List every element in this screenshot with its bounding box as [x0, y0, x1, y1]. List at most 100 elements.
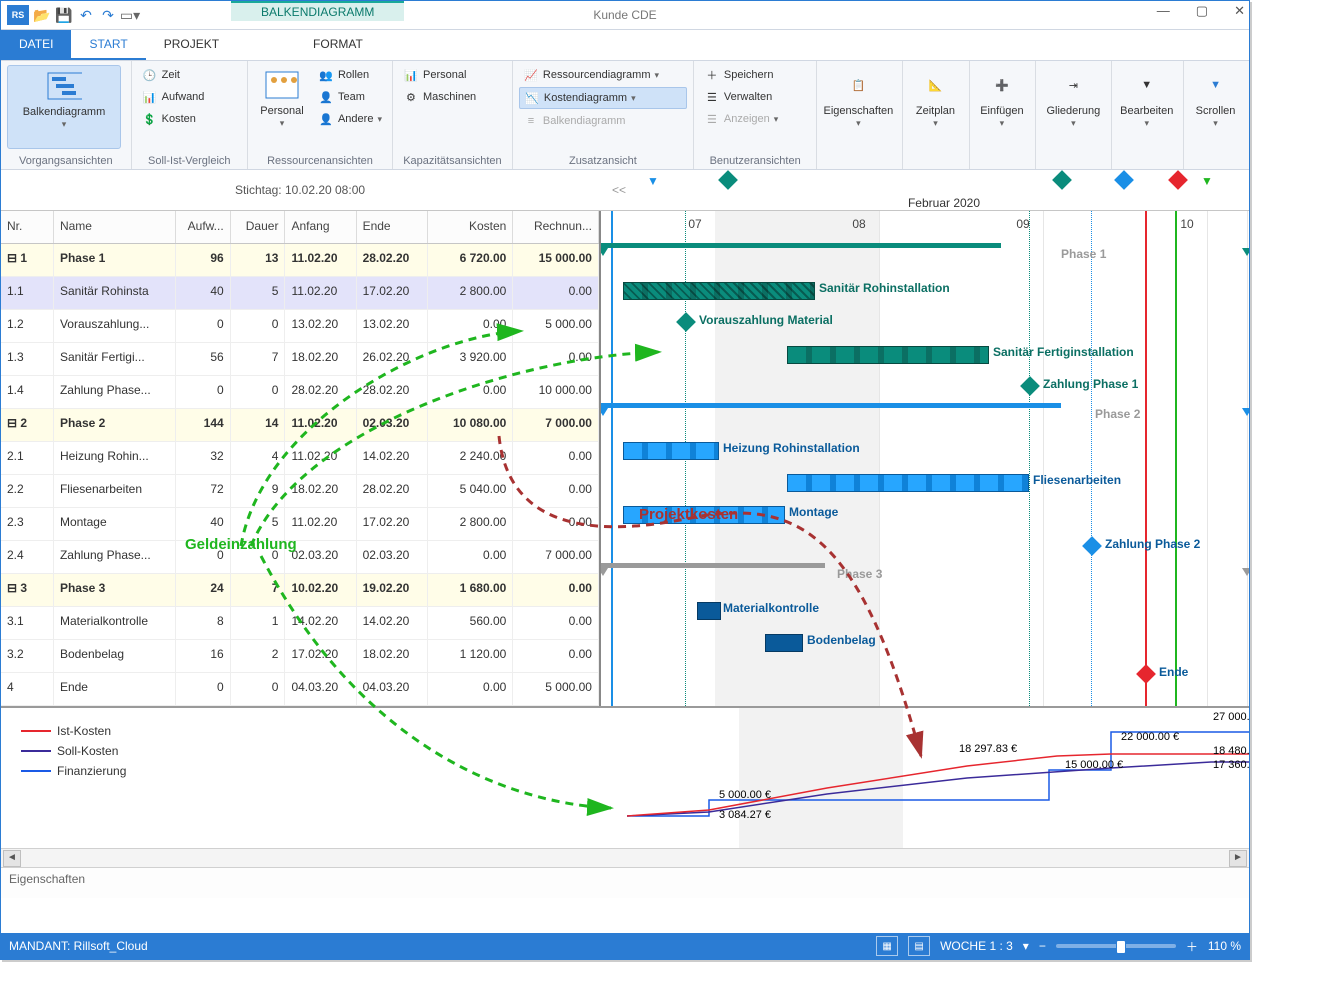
table-row[interactable]: 2.3Montage40511.02.2017.02.202 800.000.0…	[1, 508, 599, 541]
maximize-icon[interactable]: ▢	[1196, 3, 1208, 19]
scroll-right-icon[interactable]: ►	[1229, 850, 1247, 867]
summary-bar-phase1[interactable]	[601, 243, 1001, 248]
kap-personal-button[interactable]: 📊Personal	[399, 65, 480, 85]
marker-diamond-icon	[1114, 170, 1134, 190]
gantt-canvas[interactable]: 07 08 09 10 Phase 1 Sanitär Rohinstallat…	[601, 211, 1249, 706]
aufwand-button[interactable]: 📊Aufwand	[138, 87, 209, 107]
table-row[interactable]: 4Ende0004.03.2004.03.200.005 000.00	[1, 673, 599, 706]
bearbeiten-button[interactable]: ▼Bearbeiten	[1118, 65, 1176, 147]
gliederung-button[interactable]: ⇥Gliederung	[1042, 65, 1104, 147]
horizontal-scrollbar[interactable]: ◄ ►	[1, 848, 1249, 867]
milestone-icon[interactable]	[1136, 664, 1156, 684]
andere-button[interactable]: 👤Andere	[314, 109, 386, 129]
timeline-prev-button[interactable]: <<	[599, 183, 639, 197]
kosten-button[interactable]: 💲Kosten	[138, 109, 209, 129]
scroll-left-icon[interactable]: ◄	[3, 850, 21, 867]
bars-icon: 📊	[403, 67, 419, 83]
status-bar: MANDANT: Rillsoft_Cloud ▦ ▤ WOCHE 1 : 3▾…	[1, 933, 1249, 959]
other-icon: 👤	[318, 111, 334, 127]
personal-big-button[interactable]: Personal	[254, 65, 310, 147]
table-row[interactable]: ⊟ 2Phase 21441411.02.2002.03.2010 080.00…	[1, 409, 599, 442]
task-bar[interactable]	[623, 282, 815, 300]
tab-datei[interactable]: DATEI	[1, 30, 71, 60]
balkendiagramm-button[interactable]: Balkendiagramm	[7, 65, 121, 149]
table-row[interactable]: 1.3Sanitär Fertigi...56718.02.2026.02.20…	[1, 343, 599, 376]
verwalten-button[interactable]: ☰Verwalten	[700, 87, 782, 107]
schedule-icon: 📐	[917, 69, 953, 101]
zeit-button[interactable]: 🕒Zeit	[138, 65, 209, 85]
gantt-icon	[46, 70, 82, 102]
milestone-icon[interactable]	[676, 312, 696, 332]
cost-chart[interactable]: 30 000.00 €25 000.00 €20 000.00 € 15 000…	[197, 708, 1249, 848]
balkendiagramm-sub-button[interactable]: ≡Balkendiagramm	[519, 111, 687, 131]
ressourcendiagramm-button[interactable]: 📈Ressourcendiagramm	[519, 65, 687, 85]
summary-bar-phase2[interactable]	[601, 403, 1061, 408]
table-row[interactable]: 1.4Zahlung Phase...0028.02.2028.02.200.0…	[1, 376, 599, 409]
table-row[interactable]: 3.1Materialkontrolle8114.02.2014.02.2056…	[1, 607, 599, 640]
kap-maschinen-button[interactable]: ⚙Maschinen	[399, 87, 480, 107]
task-bar[interactable]	[787, 346, 989, 364]
milestone-icon[interactable]	[1082, 536, 1102, 556]
milestone-icon[interactable]	[1020, 376, 1040, 396]
svg-text:22 000.00 €: 22 000.00 €	[1121, 731, 1179, 743]
tab-projekt[interactable]: PROJEKT	[146, 30, 237, 60]
personal-icon	[264, 69, 300, 101]
week-label[interactable]: WOCHE 1 : 3	[940, 939, 1013, 953]
mandant-label: MANDANT: Rillsoft_Cloud	[9, 939, 148, 953]
marker-diamond-icon	[1052, 170, 1072, 190]
table-row[interactable]: 2.2Fliesenarbeiten72918.02.2028.02.205 0…	[1, 475, 599, 508]
app-window: RS 📂 💾 ↶ ↷ ▭▾ BALKENDIAGRAMM Kunde CDE —…	[0, 0, 1250, 960]
chart-icon: 📈	[523, 67, 539, 83]
tab-format[interactable]: FORMAT	[295, 30, 381, 60]
speichern-button[interactable]: ＋Speichern	[700, 65, 782, 85]
table-row[interactable]: 1.1Sanitär Rohinsta40511.02.2017.02.202 …	[1, 277, 599, 310]
task-bar[interactable]	[765, 634, 803, 652]
properties-icon: 📋	[840, 69, 876, 101]
table-row[interactable]: 1.2Vorauszahlung...0013.02.2013.02.200.0…	[1, 310, 599, 343]
anzeigen-button[interactable]: ☰Anzeigen	[700, 109, 782, 129]
zoom-in-button[interactable]: ＋	[1186, 938, 1198, 955]
eigenschaften-button[interactable]: 📋Eigenschaften	[823, 65, 893, 147]
show-icon: ☰	[704, 111, 720, 127]
month-label: Februar 2020	[639, 196, 1249, 210]
cost-chart-pane: Ist-Kosten Soll-Kosten Finanzierung 30 0…	[1, 706, 1249, 848]
machine-icon: ⚙	[403, 89, 419, 105]
main-tabs: DATEI START PROJEKT FORMAT	[1, 30, 1249, 61]
scroll-icon: ▼	[1198, 69, 1234, 101]
svg-text:17 360.0: 17 360.0	[1213, 759, 1249, 771]
einfuegen-button[interactable]: ➕Einfügen	[976, 65, 1028, 147]
reference-date-row: Stichtag: 10.02.20 08:00 << ▼ ▼ Februar …	[1, 170, 1249, 210]
table-row[interactable]: 3.2Bodenbelag16217.02.2018.02.201 120.00…	[1, 640, 599, 673]
zoom-out-button[interactable]: −	[1039, 939, 1046, 953]
svg-text:5 000.00 €: 5 000.00 €	[719, 789, 771, 801]
tab-start[interactable]: START	[71, 30, 145, 60]
close-icon[interactable]: ✕	[1234, 3, 1245, 19]
zeitplan-button[interactable]: 📐Zeitplan	[909, 65, 961, 147]
insert-icon: ➕	[984, 69, 1020, 101]
svg-text:18 480.0: 18 480.0	[1213, 745, 1249, 757]
table-row[interactable]: 2.1Heizung Rohin...32411.02.2014.02.202 …	[1, 442, 599, 475]
status-view2-icon[interactable]: ▤	[908, 936, 930, 956]
effort-icon: 📊	[142, 89, 158, 105]
filter-icon: ▼	[1129, 69, 1165, 101]
minimize-icon[interactable]: —	[1157, 3, 1170, 19]
properties-panel-header[interactable]: Eigenschaften	[1, 867, 1249, 898]
team-icon: 👤	[318, 89, 334, 105]
task-bar[interactable]	[623, 442, 719, 460]
team-button[interactable]: 👤Team	[314, 87, 386, 107]
status-view-icon[interactable]: ▦	[876, 936, 898, 956]
manage-icon: ☰	[704, 89, 720, 105]
zoom-slider[interactable]	[1056, 944, 1176, 948]
summary-bar-phase3[interactable]	[601, 563, 825, 568]
table-row[interactable]: 2.4Zahlung Phase...0002.03.2002.03.200.0…	[1, 541, 599, 574]
task-bar[interactable]	[697, 602, 721, 620]
kostendiagramm-button[interactable]: 📉Kostendiagramm	[519, 87, 687, 109]
scrollen-button[interactable]: ▼Scrollen	[1190, 65, 1242, 147]
table-row[interactable]: ⊟ 1Phase 1961311.02.2028.02.206 720.0015…	[1, 244, 599, 277]
task-bar[interactable]	[787, 474, 1029, 492]
svg-text:18 297.83 €: 18 297.83 €	[959, 743, 1017, 755]
zoom-label[interactable]: 110 %	[1208, 939, 1241, 953]
rollen-button[interactable]: 👥Rollen	[314, 65, 386, 85]
cost-icon: 💲	[142, 111, 158, 127]
table-row[interactable]: ⊟ 3Phase 324710.02.2019.02.201 680.000.0…	[1, 574, 599, 607]
